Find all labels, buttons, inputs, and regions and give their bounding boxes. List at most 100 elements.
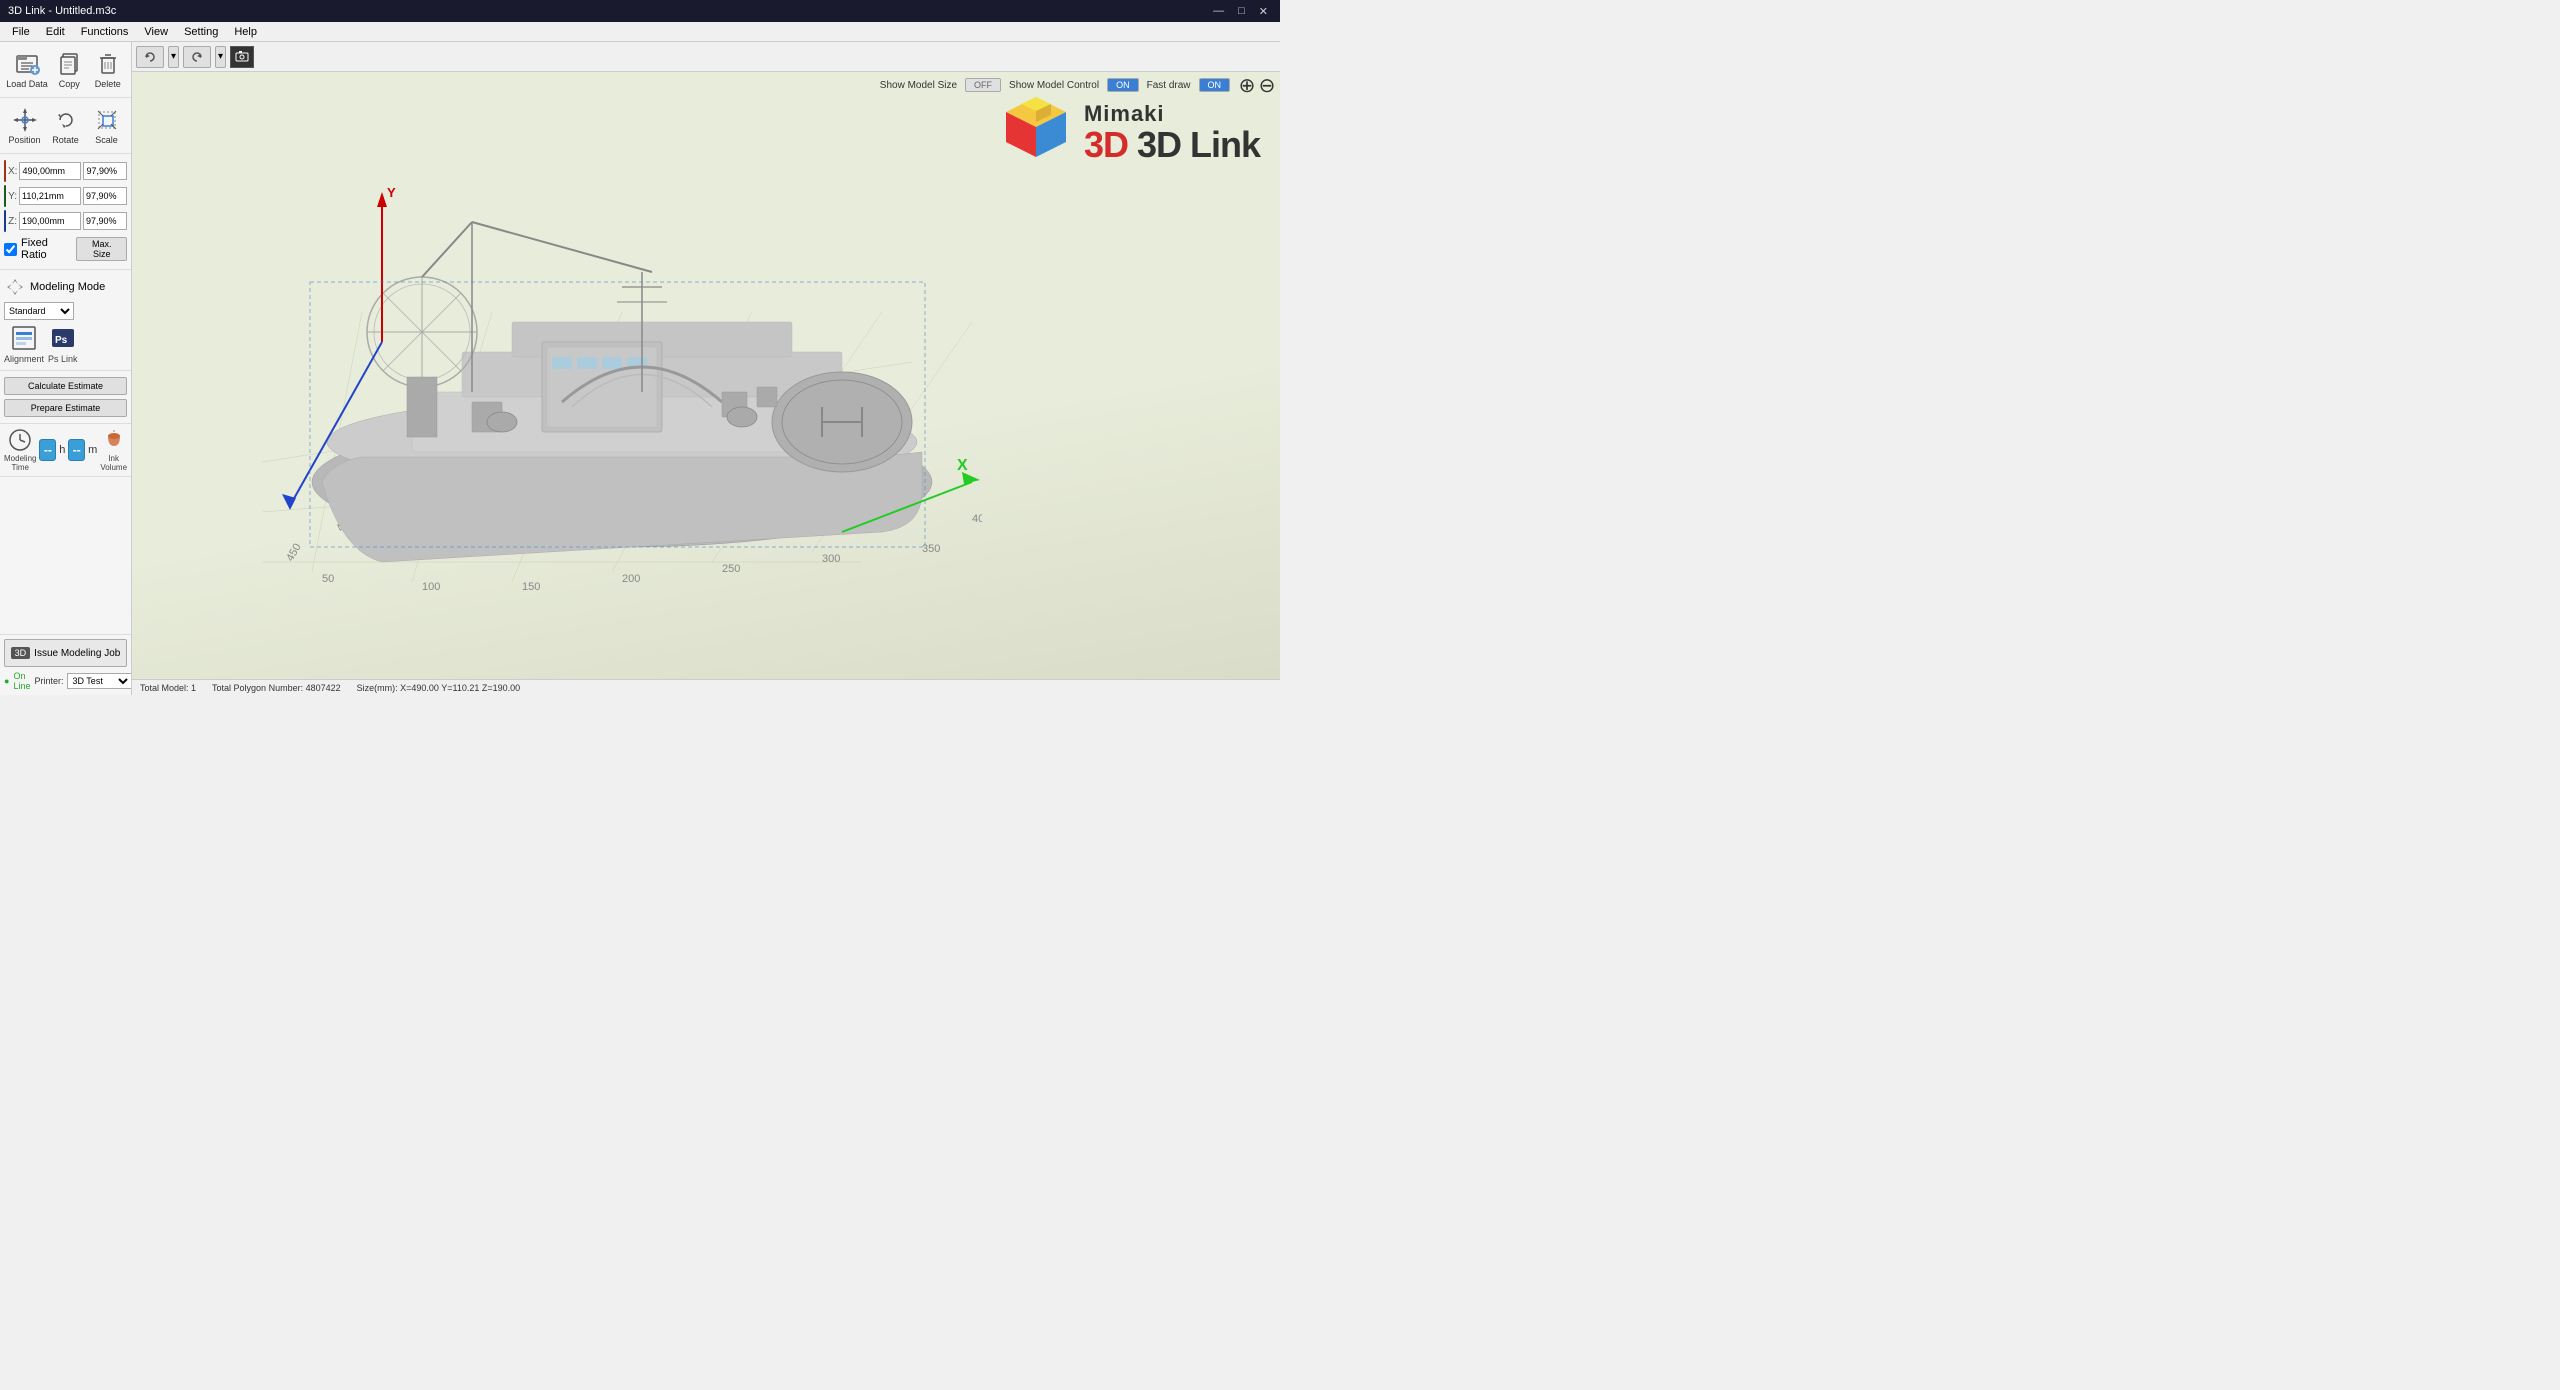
undo-dropdown[interactable]: ▾ <box>168 46 179 68</box>
scale-icon <box>93 106 121 134</box>
x-pct-input[interactable] <box>83 162 127 180</box>
show-model-size-label: Show Model Size <box>880 80 957 91</box>
z-value-input[interactable] <box>19 212 81 230</box>
app-title: 3D Link - Untitled.m3c <box>8 5 116 17</box>
prepare-estimate-button[interactable]: Prepare Estimate <box>4 399 127 417</box>
close-btn[interactable]: ✕ <box>1255 5 1272 18</box>
scale-button[interactable]: Scale <box>88 104 126 147</box>
logo-link-text: 3D Link <box>1137 124 1260 165</box>
modeling-mode-label: Modeling Mode <box>30 281 105 293</box>
minutes-display: -- <box>68 439 85 461</box>
fast-draw-on-button[interactable]: ON <box>1199 78 1231 92</box>
modeling-time-button[interactable]: Modeling Time <box>4 428 36 472</box>
file-toolbar: Load Data Copy <box>0 42 131 98</box>
rotate-icon <box>52 106 80 134</box>
time-row: Modeling Time -- h -- m Ink Volume <box>4 428 127 472</box>
svg-text:X: X <box>957 457 968 474</box>
svg-text:150: 150 <box>522 581 540 593</box>
y-value-input[interactable] <box>19 187 81 205</box>
camera-button[interactable] <box>230 46 254 68</box>
main-layout: Load Data Copy <box>0 42 1280 695</box>
x-axis-icon <box>4 160 6 182</box>
mimaki-cube-logo <box>996 92 1076 172</box>
svg-text:300: 300 <box>822 553 840 565</box>
menu-file[interactable]: File <box>4 25 38 39</box>
y-label: Y: <box>8 191 17 202</box>
window-controls[interactable]: — □ ✕ <box>1209 5 1272 18</box>
x-value-input[interactable] <box>19 162 81 180</box>
load-data-button[interactable]: Load Data <box>4 48 50 91</box>
3d-scene: Mimaki 3D 3D Link <box>132 72 1280 679</box>
mode-row: Modeling Mode <box>4 276 127 298</box>
delete-button[interactable]: Delete <box>89 48 127 91</box>
left-sections: Load Data Copy <box>0 42 131 634</box>
ink-volume-icon <box>102 428 126 452</box>
online-indicator: ● <box>4 676 9 686</box>
menu-setting[interactable]: Setting <box>176 25 226 39</box>
time-section: Modeling Time -- h -- m Ink Volume <box>0 424 131 477</box>
position-button[interactable]: Position <box>6 104 44 147</box>
ps-link-button[interactable]: Ps Ps Link <box>48 324 78 364</box>
copy-button[interactable]: Copy <box>50 48 88 91</box>
total-polygon: Total Polygon Number: 4807422 <box>212 683 341 693</box>
z-label: Z: <box>8 216 17 227</box>
max-size-button[interactable]: Max. Size <box>76 237 127 261</box>
viewport-toolbar: ▾ ▾ <box>132 42 1280 72</box>
minimize-btn[interactable]: — <box>1209 5 1228 18</box>
status-bar: Total Model: 1 Total Polygon Number: 480… <box>132 679 1280 695</box>
load-data-label: Load Data <box>6 79 48 89</box>
ink-volume-button[interactable]: Ink Volume <box>100 428 127 472</box>
x-label: X: <box>8 166 17 177</box>
fixed-ratio-checkbox[interactable] <box>4 243 17 256</box>
x-dim-row: X: <box>4 160 127 182</box>
mode-section: Modeling Mode Standard Fine Draft <box>0 270 131 371</box>
printer-row: ● On Line Printer: 3D Test 3D Printer 1 <box>4 671 127 691</box>
redo-button[interactable] <box>183 46 211 68</box>
copy-label: Copy <box>59 79 80 89</box>
3d-viewport[interactable]: Mimaki 3D 3D Link <box>132 72 1280 679</box>
ps-link-label: Ps Link <box>48 354 78 364</box>
modeling-mode-icon <box>4 276 26 298</box>
svg-text:400: 400 <box>972 513 982 525</box>
ship-model-svg: 450 400 350 300 250 200 50 100 150 200 2… <box>162 112 982 612</box>
menu-edit[interactable]: Edit <box>38 25 73 39</box>
left-panel: Load Data Copy <box>0 42 132 695</box>
alignment-label: Alignment <box>4 354 44 364</box>
fixed-ratio-label: Fixed Ratio <box>21 237 72 261</box>
alignment-button[interactable]: Alignment <box>4 324 44 364</box>
printer-select[interactable]: 3D Test 3D Printer 1 <box>67 673 132 689</box>
show-model-size-off-button[interactable]: OFF <box>965 78 1001 92</box>
dimensions-section: X: Y: Z: Fixed Ra <box>0 154 131 270</box>
zoom-in-button[interactable]: ⊕ <box>1238 76 1256 94</box>
svg-text:Y: Y <box>387 185 396 200</box>
printer-label-text: Printer: <box>34 676 63 686</box>
redo-dropdown[interactable]: ▾ <box>215 46 226 68</box>
undo-button[interactable] <box>136 46 164 68</box>
viewport-area: ▾ ▾ Show Model Size OFF Show Model Contr… <box>132 42 1280 695</box>
z-pct-input[interactable] <box>83 212 127 230</box>
size-info: Size(mm): X=490.00 Y=110.21 Z=190.00 <box>357 683 521 693</box>
issue-modeling-job-button[interactable]: 3D Issue Modeling Job <box>4 639 127 667</box>
calculate-estimate-button[interactable]: Calculate Estimate <box>4 377 127 395</box>
issue-section: 3D Issue Modeling Job ● On Line Printer:… <box>0 634 131 695</box>
maximize-btn[interactable]: □ <box>1234 5 1249 18</box>
y-pct-input[interactable] <box>83 187 127 205</box>
menu-functions[interactable]: Functions <box>73 25 137 39</box>
z-dim-row: Z: <box>4 210 127 232</box>
clock-icon <box>8 428 32 452</box>
total-model: Total Model: 1 <box>140 683 196 693</box>
issue-job-3d-badge: 3D <box>11 647 31 659</box>
delete-icon <box>94 50 122 78</box>
svg-text:100: 100 <box>422 581 440 593</box>
h-label: h <box>59 444 65 456</box>
rotate-button[interactable]: Rotate <box>47 104 85 147</box>
position-icon <box>11 106 39 134</box>
mode-tools: Alignment Ps Ps Link <box>4 324 127 364</box>
zoom-out-button[interactable]: ⊖ <box>1258 76 1276 94</box>
menu-view[interactable]: View <box>136 25 176 39</box>
show-model-control-on-button[interactable]: ON <box>1107 78 1139 92</box>
scale-label: Scale <box>95 135 118 145</box>
modeling-mode-select[interactable]: Standard Fine Draft <box>4 302 74 320</box>
hours-display: -- <box>39 439 56 461</box>
menu-help[interactable]: Help <box>226 25 265 39</box>
